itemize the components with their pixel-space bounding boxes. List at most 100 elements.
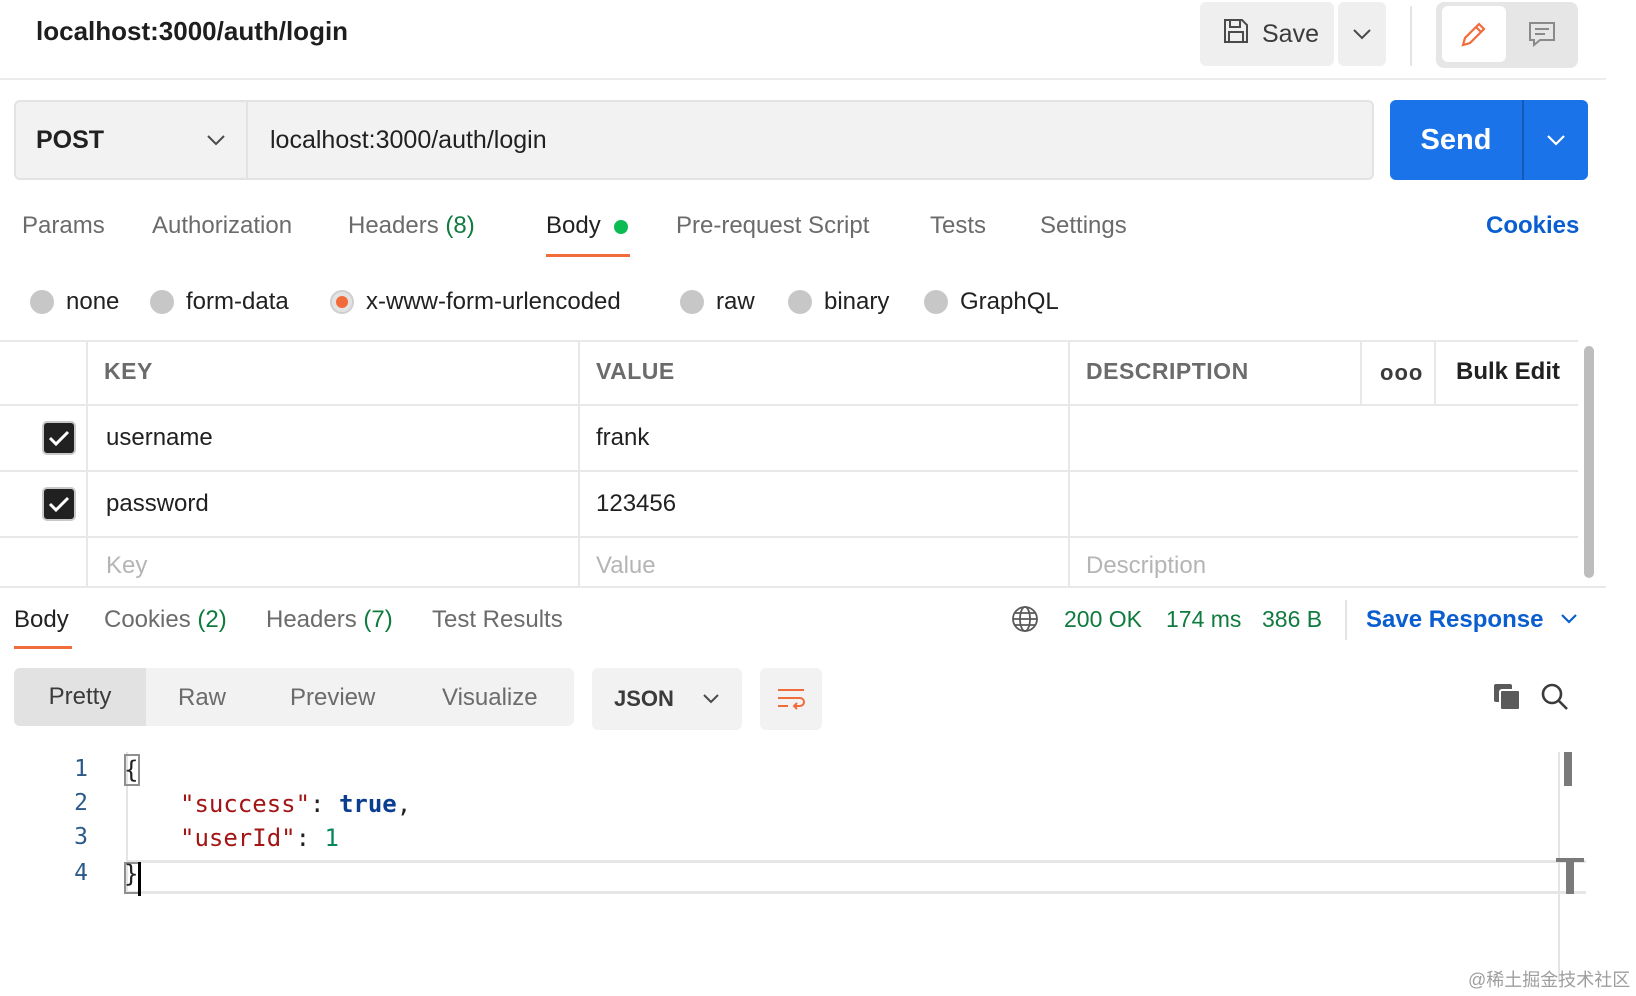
format-select[interactable]: JSON [592,668,742,730]
radio-label: form-data [186,288,289,315]
view-pretty-button[interactable]: Pretty [14,668,146,726]
column-header-value: VALUE [596,358,675,384]
chevron-down-icon [207,135,225,146]
watermark: @稀土掘金技术社区 [1468,970,1631,990]
response-tab-headers[interactable]: Headers (7) [266,606,393,634]
comment-icon [1529,22,1555,48]
column-header-key: KEY [104,358,153,384]
method-select[interactable]: POST [14,100,246,180]
tab-headers[interactable]: Headers (8) [348,212,475,240]
json-separator: : [295,824,325,852]
response-time[interactable]: 174 ms [1166,606,1241,633]
copy-icon[interactable] [1492,682,1522,717]
cookies-link[interactable]: Cookies [1486,212,1579,240]
request-title[interactable]: localhost:3000/auth/login [36,16,348,47]
bulk-edit-button[interactable]: Bulk Edit [1456,358,1560,386]
radio-label: GraphQL [960,288,1059,315]
tab-pre-request-script[interactable]: Pre-request Script [676,212,869,240]
wrap-lines-button[interactable] [760,668,822,730]
radio-circle [30,290,54,314]
view-preview-button[interactable]: Preview [290,684,375,712]
row-checkbox[interactable] [42,487,76,521]
toolbar-divider [1410,6,1412,66]
new-description-input[interactable]: Description [1086,552,1206,580]
tab-body[interactable]: Body [546,212,601,240]
column-divider [1360,340,1362,404]
edit-mode-button[interactable] [1442,6,1506,62]
column-header-description: DESCRIPTION [1086,358,1249,384]
param-value[interactable]: frank [596,424,649,452]
line-number: 1 [74,756,88,782]
radio-binary[interactable]: binary [788,288,889,316]
url-input[interactable]: localhost:3000/auth/login [246,100,1374,180]
line-number: 3 [74,824,88,850]
table-divider [0,470,1578,472]
save-button[interactable]: Save [1200,2,1334,66]
globe-icon[interactable] [1010,604,1040,639]
code-scrollbar[interactable] [1564,752,1572,786]
response-tab-test-results[interactable]: Test Results [432,606,563,634]
json-separator: : [310,790,339,818]
active-tab-indicator [546,254,630,257]
new-key-input[interactable]: Key [106,552,147,580]
radio-x-www-form-urlencoded[interactable]: x-www-form-urlencoded [330,288,621,316]
view-raw-button[interactable]: Raw [178,684,226,712]
send-options-dropdown[interactable] [1522,100,1588,180]
wrap-lines-icon [778,689,805,710]
json-comma: , [396,790,412,818]
response-tab-body[interactable]: Body [14,606,69,634]
chevron-down-icon [703,694,719,704]
tab-tests[interactable]: Tests [930,212,986,240]
column-divider [1434,340,1436,404]
comments-button[interactable] [1510,6,1574,62]
param-key[interactable]: password [106,490,209,518]
radio-circle [788,290,812,314]
param-key[interactable]: username [106,424,213,452]
params-scrollbar[interactable] [1584,346,1594,578]
code-scroll-marker [1556,858,1584,894]
status-divider [1345,600,1347,640]
json-key: "userId" [180,824,296,852]
response-tab-cookies[interactable]: Cookies (2) [104,606,227,634]
more-options-button[interactable]: ooo [1380,360,1423,386]
response-divider [0,586,1606,588]
new-value-input[interactable]: Value [596,552,656,580]
active-tab-indicator [14,646,72,649]
radio-circle-selected [330,290,354,314]
response-size[interactable]: 386 B [1262,606,1322,633]
view-visualize-button[interactable]: Visualize [442,684,538,712]
save-response-button[interactable]: Save Response [1366,606,1543,634]
tab-headers-count: (8) [445,212,475,239]
code-line[interactable]: "success": true, [180,790,411,818]
checkmark-icon [48,430,70,447]
param-value[interactable]: 123456 [596,490,676,518]
active-line-highlight [126,860,1586,894]
radio-label: binary [824,288,890,315]
checkmark-icon [48,496,70,513]
radio-form-data[interactable]: form-data [150,288,289,316]
save-button-label: Save [1262,19,1319,48]
radio-circle [680,290,704,314]
tab-authorization[interactable]: Authorization [152,212,292,240]
code-line[interactable]: "userId": 1 [180,824,339,852]
status-code[interactable]: 200 OK [1064,606,1142,633]
radio-none[interactable]: none [30,288,119,316]
tab-settings[interactable]: Settings [1040,212,1127,240]
chevron-down-icon [1547,135,1565,146]
column-divider [578,340,580,586]
line-number: 4 [74,860,88,886]
pencil-icon [1461,22,1486,47]
line-number: 2 [74,790,88,816]
radio-graphql[interactable]: GraphQL [924,288,1059,316]
save-options-dropdown[interactable] [1338,2,1386,66]
radio-raw[interactable]: raw [680,288,755,316]
code-line[interactable]: { [124,756,138,784]
json-key: "success" [180,790,311,818]
search-icon[interactable] [1540,682,1570,717]
code-line[interactable]: } [124,860,138,888]
tab-params[interactable]: Params [22,212,105,240]
send-button[interactable]: Send [1390,100,1522,180]
method-label: POST [36,125,105,154]
chevron-down-icon[interactable] [1560,612,1578,630]
row-checkbox[interactable] [42,421,76,455]
